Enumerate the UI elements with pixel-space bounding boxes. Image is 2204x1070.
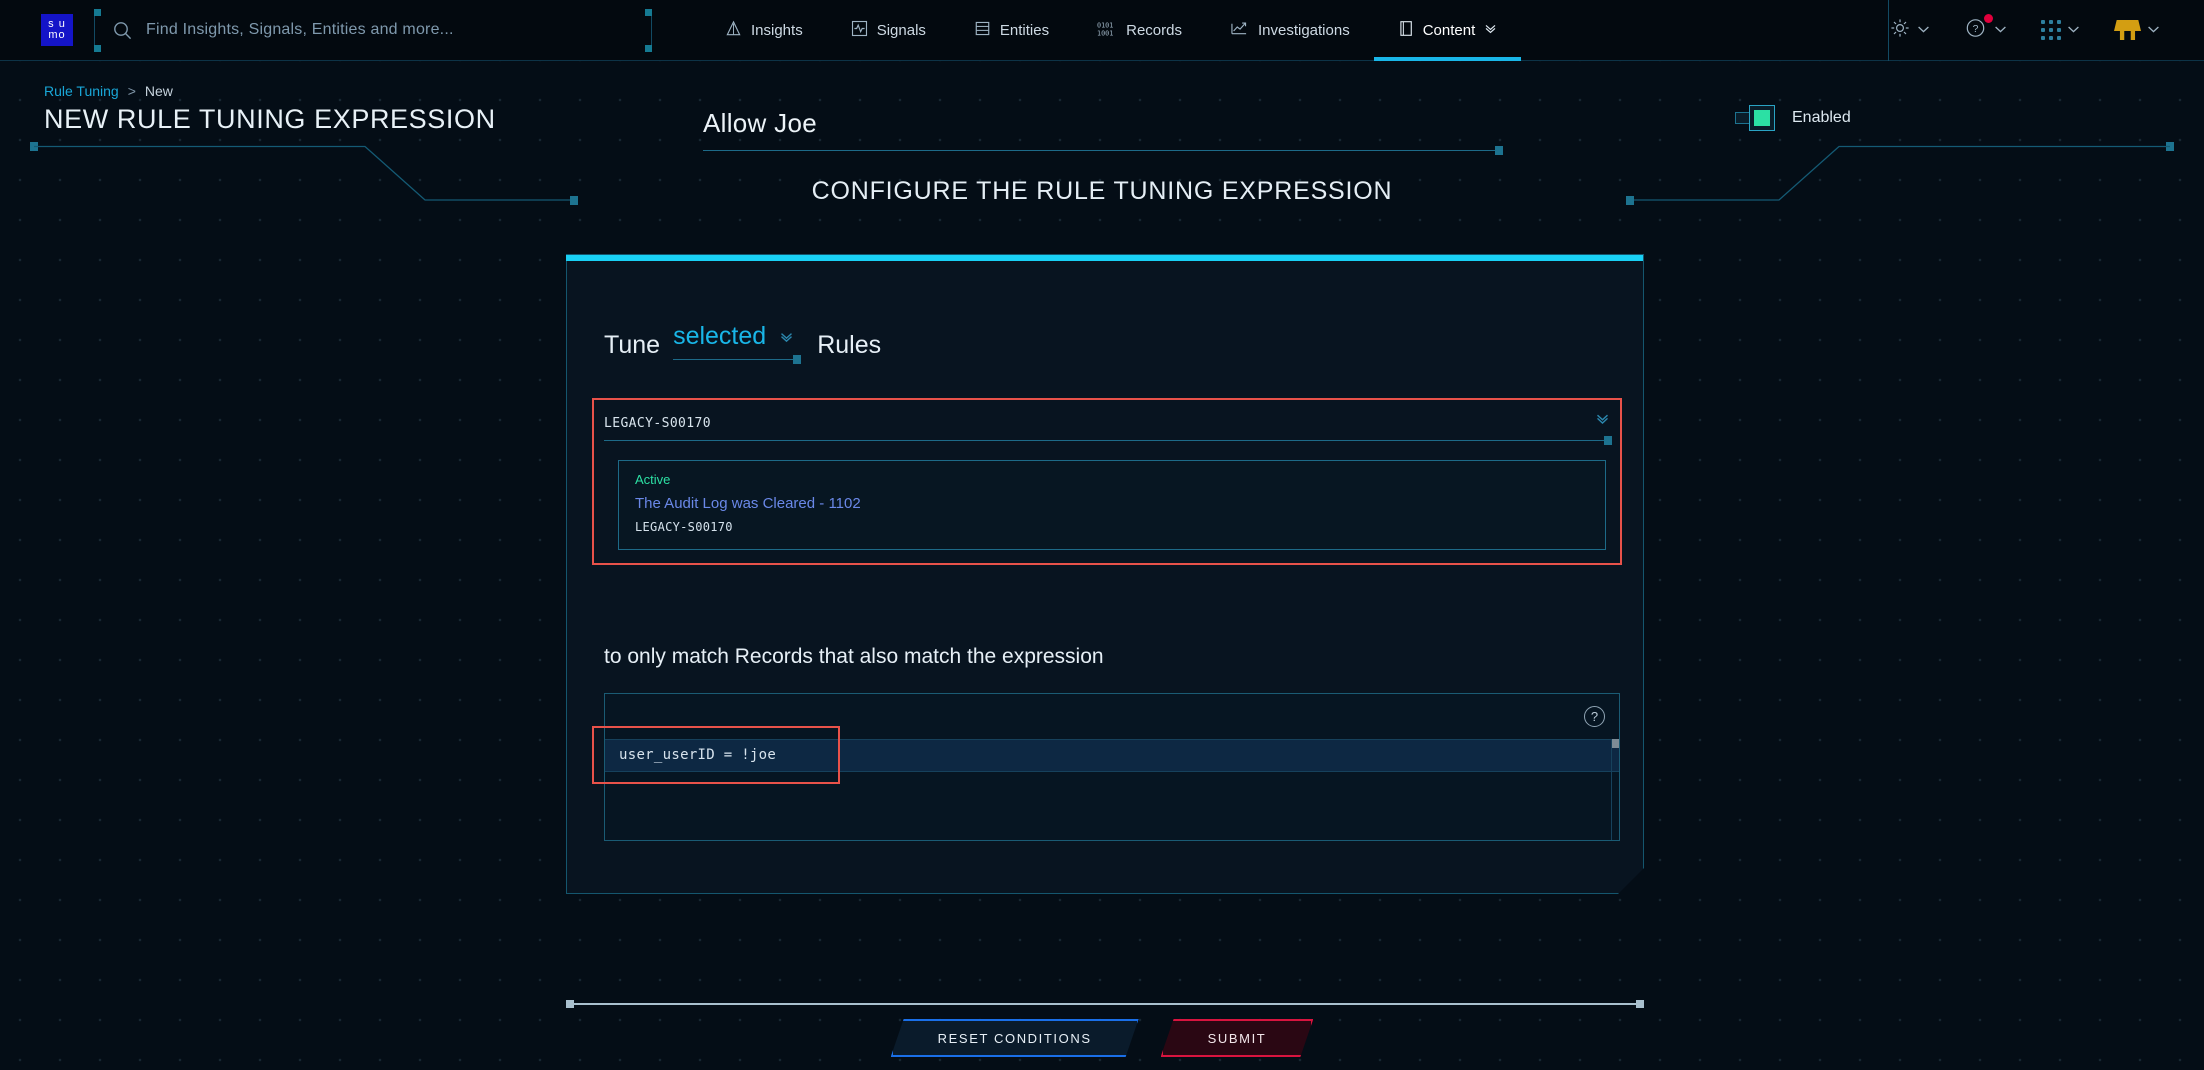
apps-grid-icon: [2041, 20, 2061, 40]
footer-actions: RESET CONDITIONS SUBMIT: [0, 1019, 2204, 1057]
investigations-icon: [1230, 20, 1249, 41]
insights-icon: [725, 20, 742, 41]
help-menu[interactable]: ?: [1964, 13, 2007, 45]
tab-investigations-label: Investigations: [1257, 21, 1350, 39]
gear-icon: [1889, 17, 1911, 44]
tab-entities[interactable]: Entities: [950, 0, 1073, 61]
selected-rule-card[interactable]: Active The Audit Log was Cleared - 1102 …: [618, 460, 1606, 550]
panel-accent-bar: [566, 255, 1643, 261]
apps-menu[interactable]: [2041, 20, 2080, 40]
content-icon: [1398, 20, 1414, 41]
breadcrumb-separator: >: [127, 83, 136, 99]
nav-right-group: ?: [1888, 0, 2204, 61]
svg-text:?: ?: [1973, 23, 1979, 35]
top-navigation-bar: s u mo Find Insights, Signals, Entities …: [0, 0, 2204, 61]
editor-scrollbar-thumb[interactable]: [1612, 739, 1619, 748]
expression-code-text[interactable]: user_userID = !joe: [619, 747, 776, 763]
records-icon: 0101 1001: [1097, 20, 1117, 41]
enabled-toggle[interactable]: [1735, 104, 1775, 132]
toggle-knob: [1749, 105, 1775, 131]
user-avatar-icon: [2114, 20, 2141, 40]
search-corner-bl: [94, 44, 101, 52]
breadcrumb: Rule Tuning > New: [44, 83, 173, 99]
svg-text:1001: 1001: [1097, 29, 1113, 37]
tab-content[interactable]: Content: [1373, 0, 1522, 61]
tune-prefix-label: Tune: [604, 331, 661, 359]
entities-icon: [974, 20, 991, 41]
rule-id-label: LEGACY-S00170: [635, 520, 733, 534]
tune-scope-value: selected: [673, 322, 767, 350]
rule-name-underline: [703, 146, 1503, 155]
expression-instruction-label: to only match Records that also match th…: [604, 645, 1104, 668]
search-corner-br: [645, 44, 652, 52]
chevron-down-icon: [2147, 21, 2160, 39]
page-title: NEW RULE TUNING EXPRESSION: [44, 104, 496, 134]
signals-icon: [851, 20, 868, 41]
tab-signals[interactable]: Signals: [827, 0, 950, 61]
nav-tabs: Insights Signals Entities 0101 1001 Reco…: [701, 0, 1521, 61]
tab-signals-label: Signals: [876, 21, 926, 39]
breadcrumb-current: New: [144, 83, 173, 99]
search-placeholder: Find Insights, Signals, Entities and mor…: [146, 21, 454, 38]
logo-line-2: mo: [48, 29, 66, 41]
tab-insights[interactable]: Insights: [701, 0, 827, 61]
enabled-toggle-group[interactable]: Enabled: [1735, 104, 1851, 132]
tune-scope-dropdown[interactable]: selected: [673, 322, 802, 364]
rule-name-field[interactable]: Allow Joe: [703, 108, 1503, 155]
footer-divider: [566, 1000, 1644, 1008]
tab-insights-label: Insights: [751, 21, 803, 39]
rule-tuning-page: s u mo Find Insights, Signals, Entities …: [0, 0, 2204, 1070]
reset-conditions-button[interactable]: RESET CONDITIONS: [891, 1019, 1139, 1057]
user-menu[interactable]: [2114, 20, 2160, 40]
tab-content-label: Content: [1422, 21, 1476, 39]
main-heading: CONFIGURE THE RULE TUNING EXPRESSION: [811, 177, 1393, 205]
chevron-down-icon: [2067, 21, 2080, 39]
editor-scrollbar[interactable]: [1611, 739, 1619, 840]
help-notification-badge: [1984, 13, 1993, 23]
help-icon[interactable]: ?: [1584, 706, 1605, 727]
sumo-logo[interactable]: s u mo: [41, 14, 73, 46]
chevron-down-icon: [1917, 21, 1930, 39]
tab-entities-label: Entities: [999, 21, 1050, 39]
submit-button[interactable]: SUBMIT: [1161, 1019, 1314, 1057]
rule-name-value[interactable]: Allow Joe: [703, 108, 1503, 150]
search-icon: [113, 21, 132, 40]
chevron-down-icon: [779, 322, 794, 351]
rule-selector-value: LEGACY-S00170: [604, 416, 711, 431]
expression-editor[interactable]: ? user_userID = !joe: [604, 693, 1620, 841]
rule-selector-dropdown[interactable]: LEGACY-S00170: [604, 412, 1612, 445]
tab-records-label: Records: [1126, 21, 1182, 39]
rule-selection-annotation: LEGACY-S00170 Active The Audit Log was C…: [592, 398, 1622, 565]
breadcrumb-root-link[interactable]: Rule Tuning: [44, 83, 119, 99]
chevron-down-icon: [1484, 22, 1497, 39]
rule-name-link[interactable]: The Audit Log was Cleared - 1102: [635, 495, 1589, 512]
rule-status-badge: Active: [635, 472, 671, 487]
tab-investigations[interactable]: Investigations: [1206, 0, 1374, 61]
svg-text:0101: 0101: [1097, 21, 1113, 29]
enabled-toggle-label: Enabled: [1792, 109, 1851, 126]
chevron-down-icon: [1994, 21, 2007, 39]
tune-rules-sentence: Tune selected Rules: [604, 322, 882, 364]
tune-suffix-label: Rules: [817, 331, 882, 359]
global-search[interactable]: Find Insights, Signals, Entities and mor…: [94, 8, 652, 52]
tab-records[interactable]: 0101 1001 Records: [1073, 0, 1206, 61]
chevron-down-icon: [1595, 412, 1610, 431]
settings-menu[interactable]: [1889, 17, 1930, 44]
